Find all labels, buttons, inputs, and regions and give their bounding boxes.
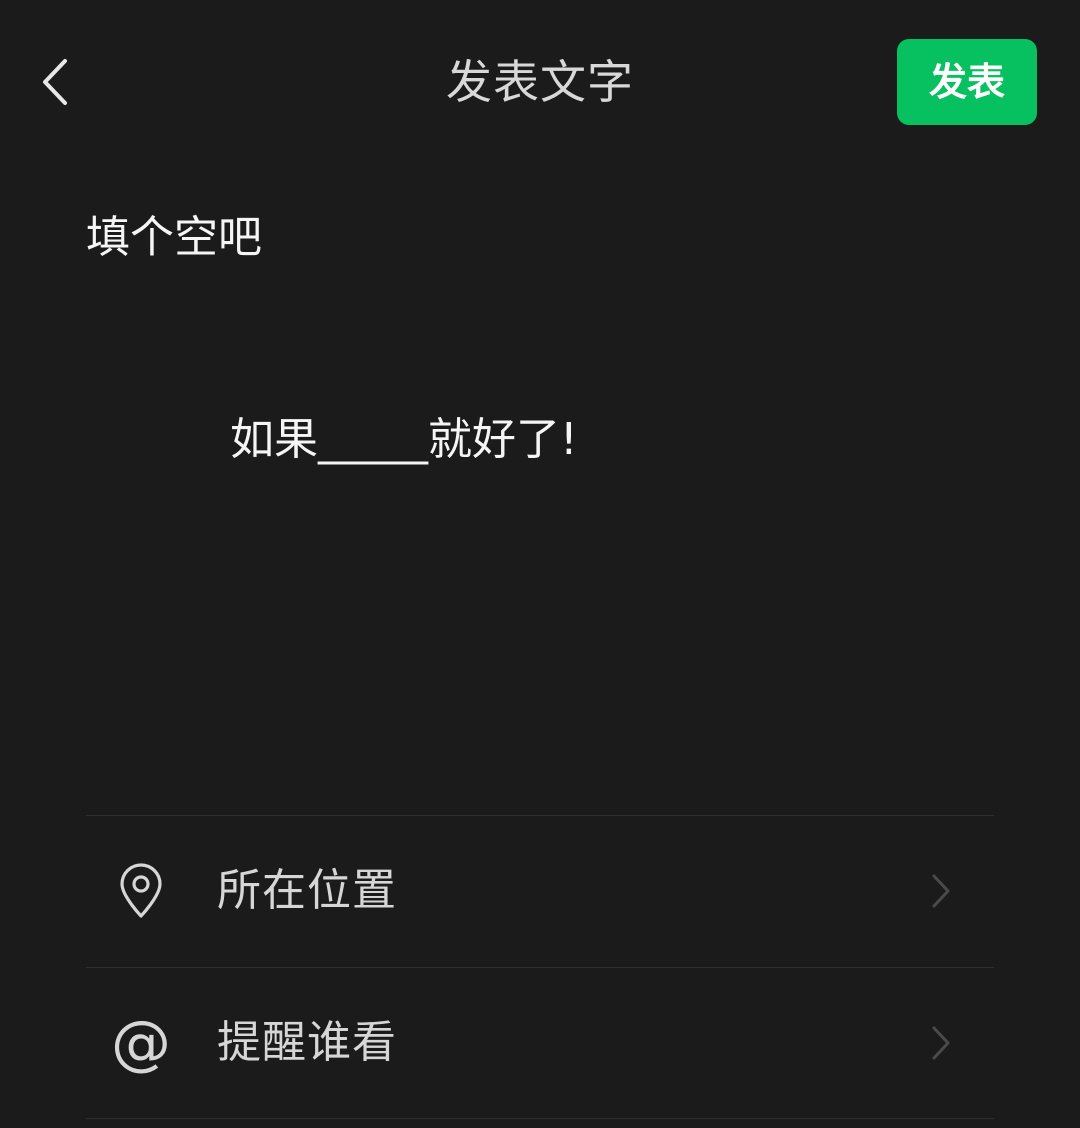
publish-button[interactable]: 发表 bbox=[897, 39, 1037, 125]
text-editor[interactable]: 填个空吧 如果_____就好了! bbox=[86, 206, 996, 766]
divider bbox=[86, 1118, 994, 1119]
chevron-right-icon bbox=[926, 1023, 956, 1063]
at-icon: @ bbox=[108, 1012, 174, 1074]
editor-text-line: 如果_____就好了! bbox=[230, 414, 578, 465]
location-pin-icon bbox=[108, 860, 174, 922]
mention-option-label: 提醒谁看 bbox=[217, 1017, 397, 1068]
top-bar: 发表文字 发表 bbox=[0, 0, 1080, 160]
editor-text-line: 填个空吧 bbox=[86, 212, 262, 263]
location-option[interactable]: 所在位置 bbox=[86, 816, 994, 966]
chevron-right-icon bbox=[926, 871, 956, 911]
at-glyph: @ bbox=[111, 1008, 171, 1078]
mention-option[interactable]: @ 提醒谁看 bbox=[86, 968, 994, 1118]
location-option-label: 所在位置 bbox=[217, 865, 397, 916]
